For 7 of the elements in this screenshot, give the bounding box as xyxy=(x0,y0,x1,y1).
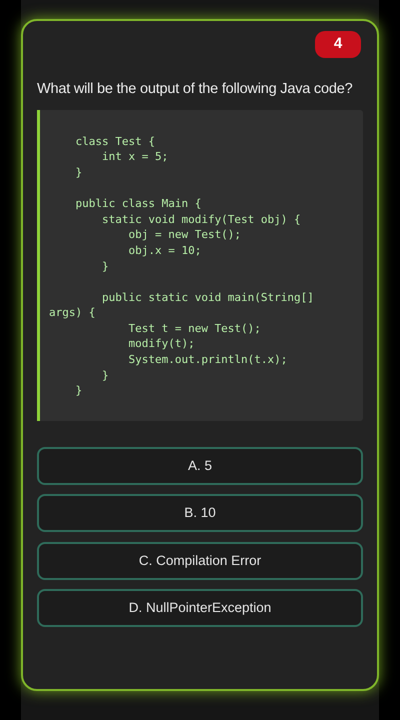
question-number-badge: 4 xyxy=(315,31,361,58)
question-text: What will be the output of the following Java code? xyxy=(37,80,354,99)
code-block: class Test { int x = 5; } public class Main { static void modify(Test obj) { obj = new Test(); obj.x = 10; } public static void main(String[] args) { Test t = new Test(); modify(t); System.out.println(t.x); } } xyxy=(37,110,363,421)
answer-option[interactable]: D. NullPointerException xyxy=(37,589,363,628)
answer-option[interactable]: C. Compilation Error xyxy=(37,542,363,580)
answer-option[interactable]: A. 5 xyxy=(37,446,363,485)
answer-option[interactable]: B. 10 xyxy=(37,494,363,532)
